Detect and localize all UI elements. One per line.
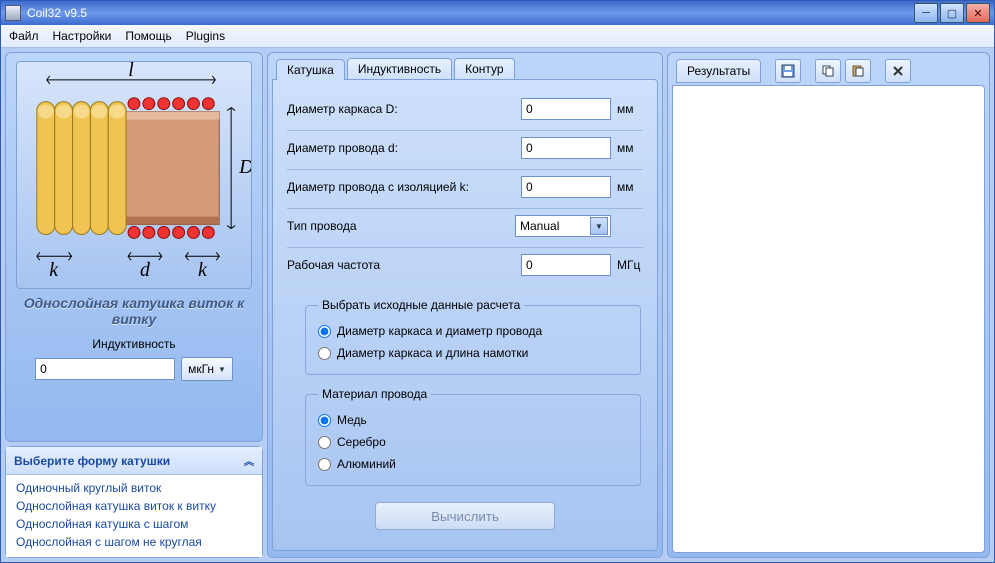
coil-shape-list[interactable]: Одиночный круглый виток Однослойная кату… [6,475,262,557]
chevron-down-icon: ▼ [218,365,226,374]
calculate-button[interactable]: Вычислить [375,502,555,530]
radio-material-aluminium-label: Алюминий [337,457,396,471]
toolbar-save-icon[interactable] [775,59,801,83]
toolbar-paste-icon[interactable] [845,59,871,83]
group-source-data: Выбрать исходные данные расчета Диаметр … [305,298,641,375]
list-item[interactable]: Однослойная катушка с шагом [6,515,262,533]
dim-D: D [238,156,251,178]
label-d: Диаметр провода d: [287,141,515,155]
label-freq: Рабочая частота [287,258,515,272]
radio-material-aluminium[interactable]: Алюминий [318,453,628,475]
list-item[interactable]: Однослойная с шагом не круглая [6,533,262,551]
radio-material-copper-input[interactable] [318,414,331,427]
radio-material-aluminium-input[interactable] [318,458,331,471]
collapse-icon: ︽ [244,453,254,468]
coil-title-line1: Однослойная катушка виток к [16,295,252,311]
legend-material: Материал провода [318,387,431,401]
menu-plugins[interactable]: Plugins [186,29,225,43]
dim-k-left: k [49,259,59,281]
group-wire-material: Материал провода Медь Серебро Алюминий [305,387,641,486]
coil-shape-header[interactable]: Выберите форму катушки ︽ [6,447,262,475]
coil-title: Однослойная катушка виток к витку [16,295,252,327]
window-buttons: ─ ▢ ✕ [914,3,990,23]
radio-material-copper-label: Медь [337,413,367,427]
radio-source-2-input[interactable] [318,347,331,360]
tab-body: Диаметр каркаса D: мм Диаметр провода d:… [272,79,658,551]
tab-results[interactable]: Результаты [676,59,761,83]
right-toolbar: Результаты [672,57,985,85]
radio-source-1[interactable]: Диаметр каркаса и диаметр провода [318,320,628,342]
dim-d: d [140,259,150,281]
radio-material-silver-input[interactable] [318,436,331,449]
radio-source-2-label: Диаметр каркаса и длина намотки [337,346,528,360]
inductance-label: Индуктивность [16,337,252,351]
center-panel: Катушка Индуктивность Контур Диаметр кар… [267,52,663,558]
coil-title-line2: витку [16,311,252,327]
radio-source-1-label: Диаметр каркаса и диаметр провода [337,324,542,338]
left-upper-panel: l D [5,52,263,442]
close-button[interactable]: ✕ [966,3,990,23]
input-freq[interactable] [521,254,611,276]
center-tabs: Катушка Индуктивность Контур [272,57,658,79]
radio-source-1-input[interactable] [318,325,331,338]
client-area: l D [1,48,994,562]
label-k: Диаметр провода с изоляцией k: [287,180,515,194]
right-panel: Результаты [667,52,990,558]
coil-shape-panel: Выберите форму катушки ︽ Одиночный кругл… [5,446,263,558]
inductance-unit-label: мкГн [188,362,214,376]
coil-diagram-svg: l D [17,62,251,288]
tab-inductance[interactable]: Индуктивность [347,58,452,79]
select-wire-type[interactable]: Manual ▼ [515,215,611,237]
input-D[interactable] [521,98,611,120]
radio-material-silver-label: Серебро [337,435,386,449]
list-item[interactable]: Однослойная катушка виток к витку [6,497,262,515]
left-column: l D [5,52,263,558]
menubar: Файл Настройки Помощь Plugins [1,25,994,48]
inductance-unit-combo[interactable]: мкГн ▼ [181,357,233,381]
menu-help[interactable]: Помощь [125,29,171,43]
label-D: Диаметр каркаса D: [287,102,515,116]
menu-settings[interactable]: Настройки [53,29,112,43]
chevron-down-icon: ▼ [590,217,608,235]
maximize-button[interactable]: ▢ [940,3,964,23]
inductance-input[interactable] [35,358,175,380]
input-k[interactable] [521,176,611,198]
unit-D: мм [617,102,643,116]
row-diameter-former: Диаметр каркаса D: мм [287,92,643,131]
results-area[interactable] [672,85,985,553]
coil-diagram: l D [16,61,252,289]
radio-material-silver[interactable]: Серебро [318,431,628,453]
toolbar-clear-icon[interactable] [885,59,911,83]
app-window: Coil32 v9.5 ─ ▢ ✕ Файл Настройки Помощь … [0,0,995,563]
row-diameter-insulated: Диаметр провода с изоляцией k: мм [287,170,643,209]
row-frequency: Рабочая частота МГц [287,248,643,286]
dim-k-right: k [198,259,208,281]
menu-file[interactable]: Файл [9,29,39,43]
unit-k: мм [617,180,643,194]
titlebar: Coil32 v9.5 ─ ▢ ✕ [1,1,994,25]
window-title: Coil32 v9.5 [27,6,914,20]
tab-coil[interactable]: Катушка [276,59,345,80]
app-icon [5,5,21,21]
unit-d: мм [617,141,643,155]
legend-source: Выбрать исходные данные расчета [318,298,524,312]
radio-source-2[interactable]: Диаметр каркаса и длина намотки [318,342,628,364]
minimize-button[interactable]: ─ [914,3,938,23]
select-wire-type-value: Manual [520,219,559,233]
unit-freq: МГц [617,258,643,272]
row-wire-type: Тип провода Manual ▼ [287,209,643,248]
dim-l: l [128,62,134,81]
row-diameter-wire: Диаметр провода d: мм [287,131,643,170]
radio-material-copper[interactable]: Медь [318,409,628,431]
toolbar-copy-icon[interactable] [815,59,841,83]
input-d[interactable] [521,137,611,159]
coil-shape-title: Выберите форму катушки [14,454,170,468]
list-item[interactable]: Одиночный круглый виток [6,479,262,497]
tab-contour[interactable]: Контур [454,58,514,79]
inductance-section: Индуктивность мкГн ▼ [16,337,252,381]
label-wire-type: Тип провода [287,219,509,233]
